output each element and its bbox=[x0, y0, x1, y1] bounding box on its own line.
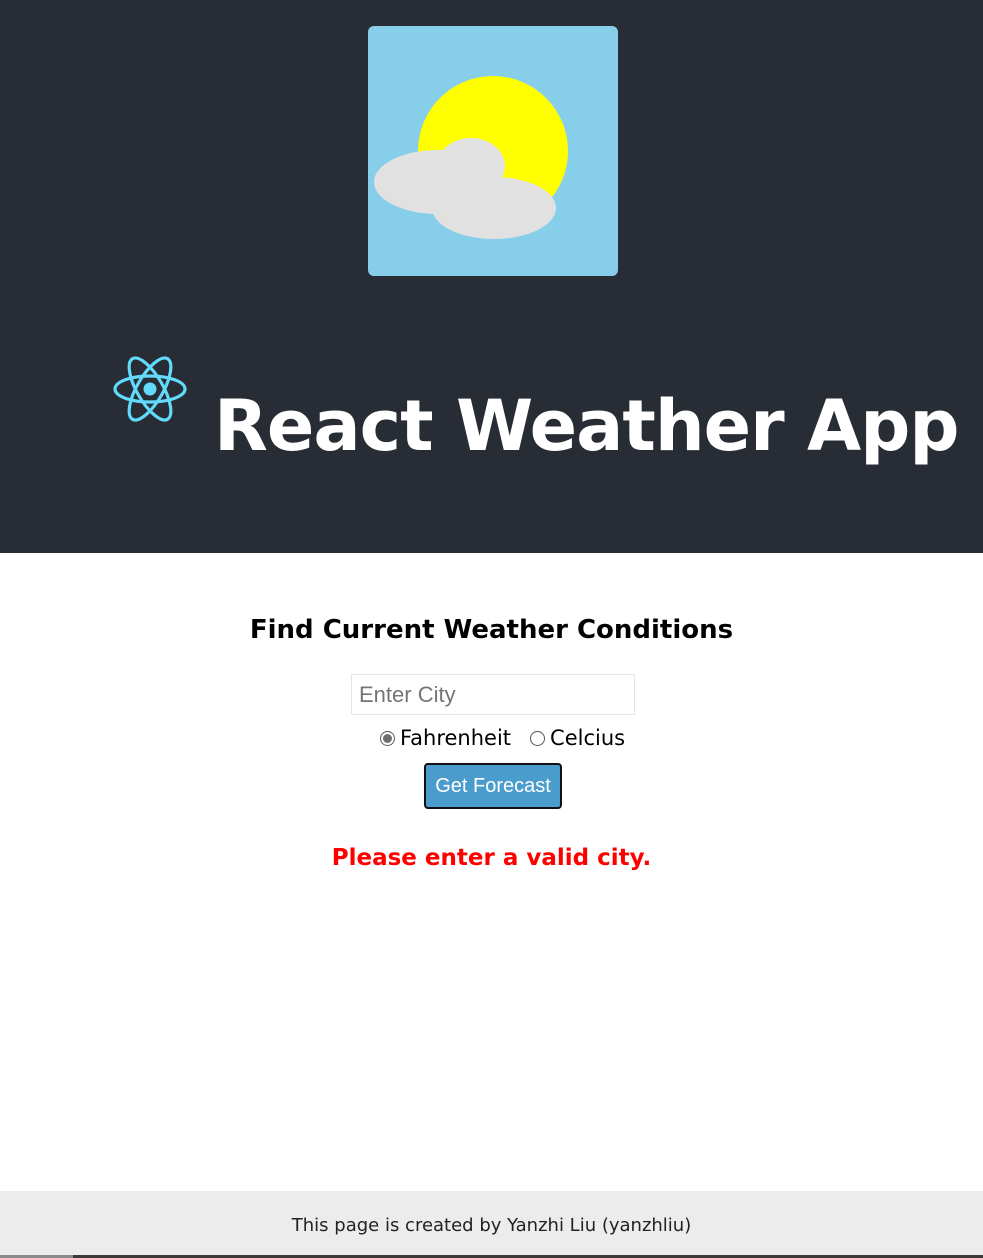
app-footer: This page is created by Yanzhi Liu (yanz… bbox=[0, 1191, 983, 1255]
unit-radio-group: Fahrenheit Celcius bbox=[378, 723, 625, 753]
footer-credit: This page is created by Yanzhi Liu (yanz… bbox=[291, 1215, 692, 1236]
celcius-radio[interactable] bbox=[530, 730, 546, 746]
app-header: React Weather App bbox=[0, 0, 983, 553]
fahrenheit-radio[interactable] bbox=[380, 730, 395, 746]
sun-cloud-icon bbox=[368, 26, 618, 276]
error-message: Please enter a valid city. bbox=[331, 845, 652, 871]
cloud-right-lobe bbox=[432, 177, 556, 239]
sun-cloud-graphic bbox=[374, 76, 568, 239]
get-forecast-button[interactable]: Get Forecast bbox=[424, 763, 562, 809]
city-input[interactable] bbox=[351, 674, 635, 715]
form-heading: Find Current Weather Conditions bbox=[249, 615, 734, 645]
app-title: React Weather App bbox=[214, 385, 959, 467]
fahrenheit-label[interactable]: Fahrenheit bbox=[400, 726, 511, 750]
celcius-label[interactable]: Celcius bbox=[550, 726, 625, 750]
react-atom-icon bbox=[112, 354, 188, 424]
